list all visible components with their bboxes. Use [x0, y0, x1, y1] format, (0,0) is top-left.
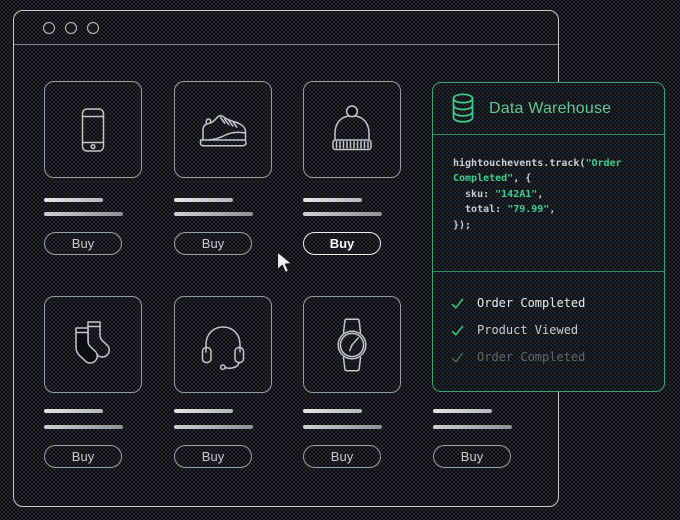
watch-icon	[322, 315, 382, 375]
product-card-socks[interactable]	[44, 296, 142, 393]
code-snippet: hightouchevents.track("OrderCompleted", …	[433, 136, 664, 271]
checklist-item-label: Order Completed	[477, 296, 585, 310]
checklist-item-label: Product Viewed	[477, 323, 578, 337]
product-card-phone[interactable]	[44, 81, 142, 178]
skeleton-line	[433, 425, 512, 429]
skeleton-line	[44, 409, 103, 413]
skeleton-line	[303, 409, 362, 413]
skeleton-line	[44, 212, 123, 216]
product-card-watch[interactable]	[303, 296, 401, 393]
sneaker-icon	[193, 100, 253, 160]
skeleton-line	[303, 425, 382, 429]
panel-header: Data Warehouse	[433, 83, 664, 135]
window-control-minimize-icon[interactable]	[65, 22, 77, 34]
buy-button[interactable]: Buy	[44, 445, 122, 468]
window-control-maximize-icon[interactable]	[87, 22, 99, 34]
data-warehouse-panel: Data Warehouse hightouchevents.track("Or…	[432, 82, 665, 392]
check-icon	[451, 324, 464, 337]
product-card-sneaker[interactable]	[174, 81, 272, 178]
stage: Buy Buy Buy	[0, 0, 680, 520]
code-line: sku: "142A1",	[453, 187, 664, 203]
window-control-close-icon[interactable]	[43, 22, 55, 34]
window-titlebar	[14, 11, 558, 45]
checklist-item: Order Completed	[433, 350, 664, 364]
skeleton-line	[303, 198, 362, 202]
socks-icon	[63, 315, 123, 375]
buy-button[interactable]: Buy	[433, 445, 511, 468]
skeleton-line	[174, 198, 233, 202]
product-card-headphones[interactable]	[174, 296, 272, 393]
check-icon	[451, 351, 464, 364]
code-line: Completed", {	[453, 171, 664, 187]
buy-button[interactable]: Buy	[303, 445, 381, 468]
phone-icon	[63, 100, 123, 160]
beanie-icon	[322, 100, 382, 160]
skeleton-line	[174, 409, 233, 413]
buy-button[interactable]: Buy	[174, 232, 252, 255]
panel-title: Data Warehouse	[489, 100, 611, 118]
check-icon	[451, 297, 464, 310]
buy-button[interactable]: Buy	[44, 232, 122, 255]
event-checklist: Order Completed Product Viewed Order Com…	[433, 271, 664, 391]
code-line: total: "79.99",	[453, 202, 664, 218]
checklist-item: Order Completed	[433, 296, 664, 310]
cursor-pointer-icon	[276, 251, 295, 275]
checklist-item: Product Viewed	[433, 323, 664, 337]
code-line: });	[453, 218, 664, 234]
product-card-beanie[interactable]	[303, 81, 401, 178]
database-icon	[450, 92, 476, 125]
checklist-item-label: Order Completed	[477, 350, 585, 364]
skeleton-line	[174, 212, 253, 216]
buy-button[interactable]: Buy	[174, 445, 252, 468]
buy-button-highlighted[interactable]: Buy	[303, 232, 381, 255]
headphones-icon	[193, 315, 253, 375]
skeleton-line	[433, 409, 492, 413]
skeleton-line	[303, 212, 382, 216]
skeleton-line	[174, 425, 253, 429]
skeleton-line	[44, 198, 103, 202]
skeleton-line	[44, 425, 123, 429]
code-line: hightouchevents.track("Order	[453, 156, 664, 172]
